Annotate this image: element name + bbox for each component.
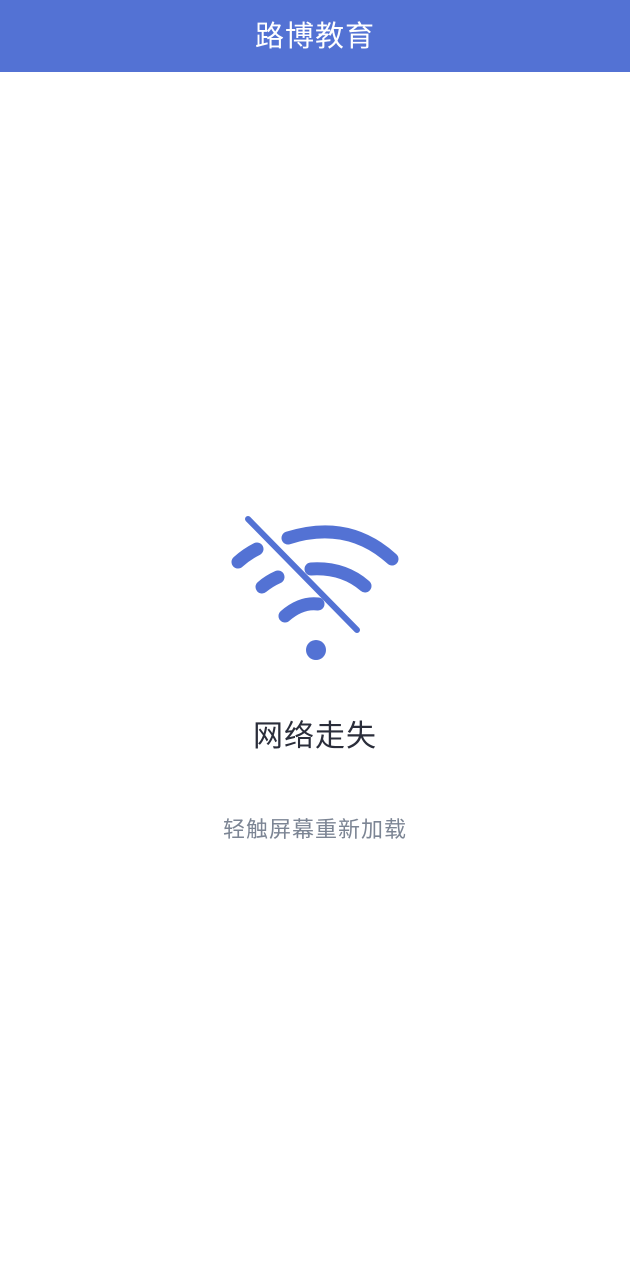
wifi-off-icon	[231, 516, 399, 660]
app-title: 路博教育	[254, 18, 375, 53]
reload-area[interactable]: 网络走失 轻触屏幕重新加载	[0, 72, 630, 1280]
error-title: 网络走失	[253, 719, 377, 754]
reload-hint: 轻触屏幕重新加载	[222, 818, 407, 843]
app-header: 路博教育	[0, 0, 630, 72]
